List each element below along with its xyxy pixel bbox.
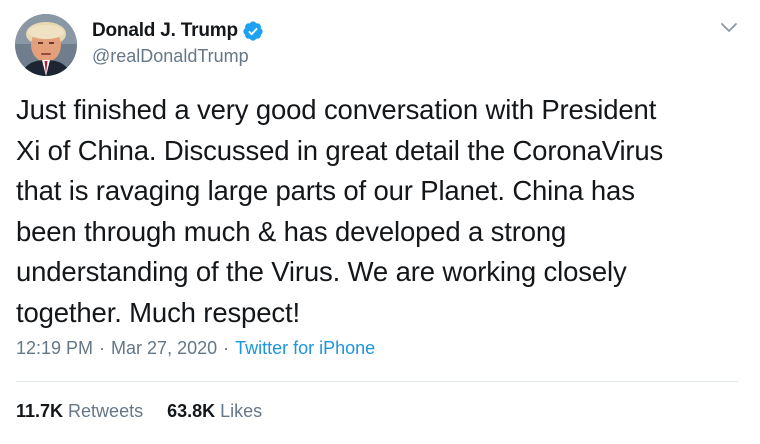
tweet-date[interactable]: Mar 27, 2020	[111, 338, 217, 359]
avatar-image	[15, 14, 77, 76]
avatar[interactable]	[15, 14, 77, 76]
tweet-text: Just finished a very good conversation w…	[16, 94, 664, 328]
tweet-card: Donald J. Trump @realDonaldTrump Just fi…	[0, 0, 760, 444]
meta-separator: ·	[99, 338, 106, 358]
divider	[16, 381, 738, 382]
tweet-stats: 11.7K Retweets 63.8K Likes	[16, 401, 286, 422]
chevron-down-icon[interactable]	[720, 20, 738, 34]
author-handle[interactable]: @realDonaldTrump	[92, 46, 249, 67]
tweet-meta: 12:19 PM · Mar 27, 2020 · Twitter for iP…	[16, 338, 375, 359]
likes-label: Likes	[220, 401, 263, 421]
likes-stat[interactable]: 63.8K Likes	[167, 401, 262, 422]
retweets-label: Retweets	[68, 401, 144, 421]
tweet-time[interactable]: 12:19 PM	[16, 338, 93, 359]
likes-count: 63.8K	[167, 401, 216, 421]
meta-separator: ·	[223, 338, 230, 358]
author-name-row: Donald J. Trump	[92, 18, 264, 44]
retweets-stat[interactable]: 11.7K Retweets	[16, 401, 143, 422]
retweets-count: 11.7K	[16, 401, 64, 421]
author-display-name[interactable]: Donald J. Trump	[92, 20, 238, 42]
verified-badge-icon	[242, 20, 264, 42]
tweet-source-link[interactable]: Twitter for iPhone	[235, 338, 375, 359]
